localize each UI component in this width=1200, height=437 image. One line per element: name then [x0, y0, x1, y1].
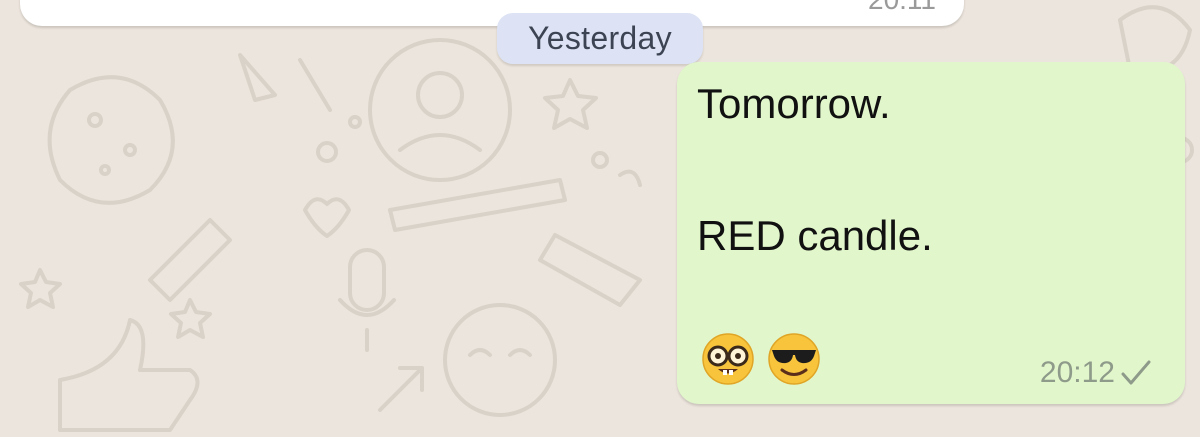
- outgoing-message-bubble[interactable]: Tomorrow. RED candle. 20:12: [677, 62, 1185, 404]
- date-separator: Yesterday: [497, 13, 703, 64]
- nerd-face-emoji: [702, 333, 754, 385]
- smiling-face-with-sunglasses-emoji: [768, 333, 820, 385]
- message-time: 20:12: [1039, 356, 1115, 389]
- previous-message-time: 20:11: [868, 0, 936, 16]
- message-meta: 20:12: [1040, 356, 1153, 390]
- message-text-line: Tomorrow.: [697, 80, 891, 127]
- single-check-icon: [1121, 360, 1151, 385]
- message-text-line: RED candle.: [697, 212, 933, 259]
- previous-message-bubble[interactable]: 20:11: [20, 0, 964, 26]
